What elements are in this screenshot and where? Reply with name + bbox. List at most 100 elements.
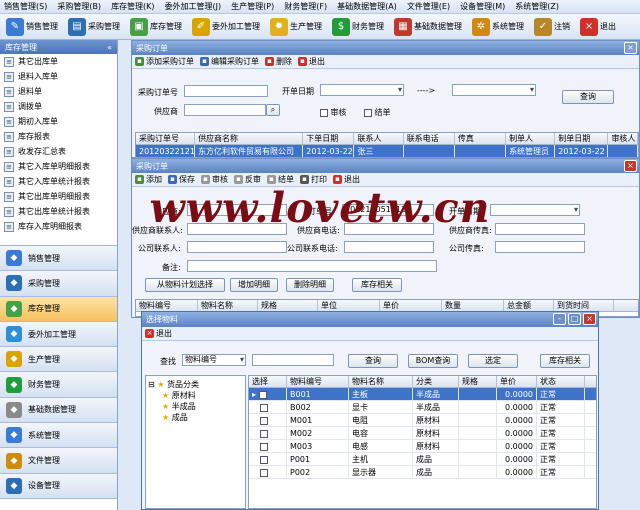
- checkbox-icon[interactable]: [259, 468, 268, 477]
- module-button[interactable]: ◆ 文件管理: [0, 448, 117, 474]
- table-row[interactable]: M002 电容 原材料 0.0000 正常: [249, 427, 596, 440]
- po-no-input[interactable]: [184, 85, 268, 97]
- select-cell[interactable]: [249, 401, 287, 413]
- toolbar-button-logoff[interactable]: ✓ 注销: [532, 16, 572, 38]
- action-button[interactable]: ▪ 添加采购订单: [135, 56, 194, 67]
- toolbar-button-truck[interactable]: ▤ 采购管理: [66, 16, 122, 38]
- confirm-select-button[interactable]: 选定: [468, 354, 518, 368]
- sidebar-collapse-icon[interactable]: «: [107, 43, 112, 52]
- toolbar-button-close[interactable]: × 退出: [578, 16, 618, 38]
- inventory-related-button[interactable]: 库存相关: [352, 278, 402, 292]
- sidebar-item[interactable]: ≡ 其它入库单明细报表: [0, 159, 117, 174]
- column-header[interactable]: 到货时间: [554, 300, 614, 311]
- column-header[interactable]: 单价: [497, 376, 537, 387]
- column-header[interactable]: 选择: [249, 376, 287, 387]
- company-phone-input[interactable]: [344, 241, 434, 253]
- module-button[interactable]: ◆ 财务管理: [0, 372, 117, 398]
- checkbox-icon[interactable]: [259, 429, 268, 438]
- toolbar-button-pen[interactable]: ✎ 销售管理: [4, 16, 60, 38]
- action-button[interactable]: ▪ 退出: [298, 56, 325, 67]
- find-input[interactable]: [252, 354, 334, 366]
- remark-input[interactable]: [187, 260, 437, 272]
- select-cell[interactable]: [249, 427, 287, 439]
- supplier-input[interactable]: [184, 104, 266, 116]
- menu-item[interactable]: 文件管理(E): [407, 1, 450, 12]
- select-cell[interactable]: [249, 453, 287, 465]
- column-header[interactable]: 规格: [258, 300, 318, 311]
- column-header[interactable]: 下单日期: [303, 133, 355, 144]
- column-header[interactable]: 数量: [442, 300, 504, 311]
- column-header[interactable]: 总金额: [504, 300, 554, 311]
- toolbar-button-pencil[interactable]: ✐ 委外加工管理: [190, 16, 262, 38]
- select-cell[interactable]: ▸: [249, 388, 287, 400]
- column-header[interactable]: 供应商名称: [195, 133, 304, 144]
- add-detail-button[interactable]: 增加明细: [230, 278, 278, 292]
- module-button[interactable]: ◆ 系统管理: [0, 423, 117, 449]
- column-header[interactable]: 单位: [318, 300, 380, 311]
- select-cell[interactable]: [249, 440, 287, 452]
- tree-node[interactable]: ★ 半成品: [148, 401, 243, 412]
- company-fax-input[interactable]: [495, 241, 585, 253]
- company-contact-input[interactable]: [187, 241, 287, 253]
- column-header[interactable]: 传真: [455, 133, 507, 144]
- menu-item[interactable]: 设备管理(M): [460, 1, 505, 12]
- menu-item[interactable]: 系统管理(Z): [515, 1, 559, 12]
- table-row[interactable]: P002 显示器 成品 0.0000 正常: [249, 466, 596, 479]
- column-header[interactable]: 联系人: [354, 133, 404, 144]
- checkbox-icon[interactable]: [258, 390, 267, 399]
- table-row[interactable]: 201203221212 东方亿利软件贸易有限公司 2012-03-22 张三 系统管理…: [136, 145, 638, 157]
- maximize-icon[interactable]: □: [568, 313, 581, 325]
- window-close-icon[interactable]: ×: [624, 42, 637, 54]
- sidebar-item[interactable]: ≡ 退料单: [0, 84, 117, 99]
- column-header[interactable]: 物料名称: [198, 300, 258, 311]
- sidebar-item[interactable]: ≡ 收发存汇总表: [0, 144, 117, 159]
- toolbar-button-calendar[interactable]: ▦ 基础数据管理: [392, 16, 464, 38]
- supplier-search-icon[interactable]: ⌕: [266, 104, 280, 116]
- column-header[interactable]: 物料名称: [349, 376, 413, 387]
- select-cell[interactable]: [249, 414, 287, 426]
- checkbox-icon[interactable]: [259, 403, 268, 412]
- toolbar-button-gear[interactable]: ✹ 生产管理: [268, 16, 324, 38]
- checkbox-icon[interactable]: [259, 416, 268, 425]
- toolbar-button-box[interactable]: ▣ 库存管理: [128, 16, 184, 38]
- select-from-plan-button[interactable]: 从物料计划选择: [145, 278, 225, 292]
- minimize-icon[interactable]: –: [553, 313, 566, 325]
- column-header[interactable]: 规格: [459, 376, 497, 387]
- sidebar-item[interactable]: ≡ 调拨单: [0, 99, 117, 114]
- column-header[interactable]: 制单日期: [555, 133, 609, 144]
- menu-item[interactable]: 委外加工管理(J): [165, 1, 222, 12]
- menu-item[interactable]: 生产管理(P): [231, 1, 274, 12]
- tree-node[interactable]: ★ 成品: [148, 412, 243, 423]
- query-button[interactable]: 查询: [562, 90, 614, 104]
- open-date-to-select[interactable]: [452, 84, 536, 96]
- column-header[interactable]: 物料编号: [287, 376, 349, 387]
- column-header[interactable]: 联系电话: [404, 133, 455, 144]
- module-button[interactable]: ◆ 销售管理: [0, 246, 117, 272]
- action-button[interactable]: ▪ 删除: [265, 56, 292, 67]
- column-header[interactable]: 审核人: [608, 133, 638, 144]
- sidebar-item[interactable]: ≡ 其它出库单: [0, 54, 117, 69]
- toolbar-button-system-gear[interactable]: ✲ 系统管理: [470, 16, 526, 38]
- module-button[interactable]: ◆ 生产管理: [0, 347, 117, 373]
- tree-node-root[interactable]: ⊟ ★ 货品分类: [148, 379, 243, 390]
- column-header[interactable]: 制单人: [506, 133, 556, 144]
- column-header[interactable]: 单价: [380, 300, 442, 311]
- module-button[interactable]: ◆ 采购管理: [0, 271, 117, 297]
- table-row[interactable]: P001 主机 成品 0.0000 正常: [249, 453, 596, 466]
- menu-item[interactable]: 基础数据管理(A): [337, 1, 397, 12]
- closed-checkbox[interactable]: 结单: [364, 107, 391, 118]
- column-header[interactable]: 分类: [413, 376, 459, 387]
- sidebar-item[interactable]: ≡ 期初入库单: [0, 114, 117, 129]
- checkbox-icon[interactable]: [259, 442, 268, 451]
- action-button[interactable]: ▪ 编辑采购订单: [200, 56, 259, 67]
- module-button[interactable]: ◆ 基础数据管理: [0, 397, 117, 424]
- checkbox-icon[interactable]: [259, 455, 268, 464]
- module-button[interactable]: ◆ 库存管理: [0, 296, 117, 322]
- bom-query-button[interactable]: BOM查询: [408, 354, 458, 368]
- sidebar-item[interactable]: ≡ 退料入库单: [0, 69, 117, 84]
- menu-item[interactable]: 库存管理(K): [111, 1, 155, 12]
- close-icon[interactable]: ×: [583, 313, 596, 325]
- sidebar-item[interactable]: ≡ 库存报表: [0, 129, 117, 144]
- column-header[interactable]: 采购订单号: [136, 133, 196, 144]
- menu-item[interactable]: 采购管理(B): [57, 1, 101, 12]
